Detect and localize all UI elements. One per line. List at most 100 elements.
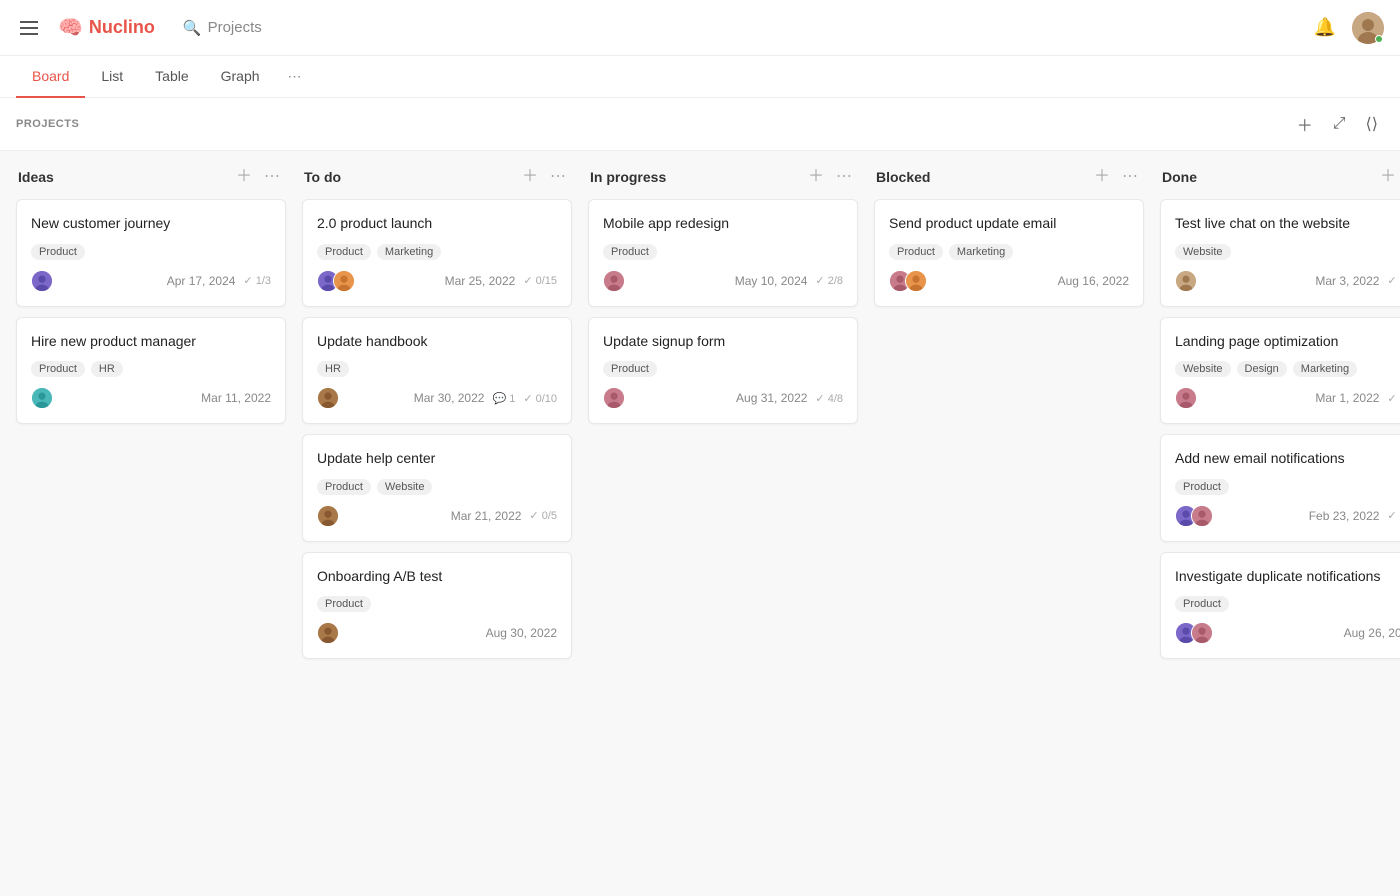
toolbar-title: PROJECTS (16, 118, 79, 130)
card-date: Mar 1, 2022 (1315, 391, 1379, 405)
online-indicator (1375, 35, 1383, 43)
card-footer: Feb 23, 2022 ✓ 5/5 (1175, 505, 1400, 527)
card-date: Apr 17, 2024 (167, 274, 236, 288)
card-title: Send product update email (889, 214, 1129, 234)
tab-table[interactable]: Table (139, 56, 204, 98)
card-landing-page[interactable]: Landing page optimization Website Design… (1160, 317, 1400, 425)
card-tags: Product (603, 244, 843, 260)
column-blocked-header: Blocked ＋ ⋯ (874, 167, 1144, 187)
card-tags: Product HR (31, 361, 271, 377)
card-tags: Product Website (317, 479, 557, 495)
card-meta: Mar 11, 2022 (201, 391, 271, 405)
card-footer: Aug 16, 2022 (889, 270, 1129, 292)
card-update-signup-form[interactable]: Update signup form Product Aug 31, 2022 … (588, 317, 858, 425)
card-update-help-center[interactable]: Update help center Product Website Mar 2… (302, 434, 572, 542)
card-check: ✓ 7/7 (1387, 274, 1400, 287)
card-meta: Feb 23, 2022 ✓ 5/5 (1309, 509, 1400, 523)
card-avatars (1175, 622, 1213, 644)
tag: Product (317, 244, 371, 260)
tab-board[interactable]: Board (16, 56, 85, 98)
card-avatars (1175, 270, 1197, 292)
avatar (603, 387, 625, 409)
card-title: Update signup form (603, 332, 843, 352)
column-blocked-add[interactable]: ＋ (1090, 167, 1114, 187)
card-meta: May 10, 2024 ✓ 2/8 (735, 274, 843, 288)
tag: Product (317, 479, 371, 495)
card-email-notifications[interactable]: Add new email notifications Product Feb … (1160, 434, 1400, 542)
column-done: Done ＋ ⋯ Test live chat on the website W… (1160, 167, 1400, 880)
card-date: Mar 21, 2022 (451, 509, 522, 523)
card-avatars (603, 387, 625, 409)
header-right: 🔔 (1314, 12, 1384, 44)
card-check: ✓ 0/5 (529, 509, 557, 522)
avatar (1175, 270, 1197, 292)
tag: Website (1175, 244, 1231, 260)
column-blocked-title: Blocked (876, 169, 1090, 185)
column-ideas-add[interactable]: ＋ (232, 167, 256, 187)
view-tabs: Board List Table Graph ⋯ (0, 56, 1400, 98)
card-onboarding-ab-test[interactable]: Onboarding A/B test Product Aug 30, 2022 (302, 552, 572, 660)
board-toolbar: PROJECTS ＋ ⤢ ⟨⟩ (0, 98, 1400, 151)
tag: Marketing (377, 244, 441, 260)
card-check: ✓ 0/15 (523, 274, 557, 287)
search-icon: 🔍 (183, 19, 202, 37)
collapse-button[interactable]: ⟨⟩ (1360, 110, 1384, 138)
card-live-chat[interactable]: Test live chat on the website Website Ma… (1160, 199, 1400, 307)
card-update-handbook[interactable]: Update handbook HR Mar 30, 2022 💬 1 ✓ 0/… (302, 317, 572, 425)
hamburger-menu[interactable] (16, 17, 42, 39)
app-logo[interactable]: 🧠 Nuclino (58, 15, 155, 40)
card-footer: May 10, 2024 ✓ 2/8 (603, 270, 843, 292)
card-footer: Aug 30, 2022 (317, 622, 557, 644)
column-inprogress-actions: ＋ ⋯ (804, 167, 856, 187)
column-done-actions: ＋ ⋯ (1376, 167, 1400, 187)
column-blocked-actions: ＋ ⋯ (1090, 167, 1142, 187)
tag: Marketing (949, 244, 1013, 260)
column-blocked: Blocked ＋ ⋯ Send product update email Pr… (874, 167, 1144, 880)
search-area[interactable]: 🔍 Projects (183, 19, 262, 37)
column-inprogress-menu[interactable]: ⋯ (832, 167, 856, 187)
card-avatars (31, 270, 53, 292)
column-done-add[interactable]: ＋ (1376, 167, 1400, 187)
column-ideas-menu[interactable]: ⋯ (260, 167, 284, 187)
tag: Product (1175, 479, 1229, 495)
column-blocked-menu[interactable]: ⋯ (1118, 167, 1142, 187)
column-ideas-header: Ideas ＋ ⋯ (16, 167, 286, 187)
avatar (31, 270, 53, 292)
user-avatar-wrap (1352, 12, 1384, 44)
column-todo-menu[interactable]: ⋯ (546, 167, 570, 187)
avatar (1191, 505, 1213, 527)
card-tags: Product (1175, 479, 1400, 495)
card-hire-product-manager[interactable]: Hire new product manager Product HR Mar … (16, 317, 286, 425)
card-avatars (603, 270, 625, 292)
card-avatars (889, 270, 927, 292)
add-item-button[interactable]: ＋ (1291, 108, 1319, 140)
card-title: Test live chat on the website (1175, 214, 1400, 234)
notifications-button[interactable]: 🔔 (1314, 17, 1336, 38)
card-send-product-update[interactable]: Send product update email Product Market… (874, 199, 1144, 307)
card-avatars (317, 270, 355, 292)
card-footer: Mar 1, 2022 ✓ 3/3 (1175, 387, 1400, 409)
card-title: New customer journey (31, 214, 271, 234)
card-title: Onboarding A/B test (317, 567, 557, 587)
column-inprogress-add[interactable]: ＋ (804, 167, 828, 187)
column-todo-add[interactable]: ＋ (518, 167, 542, 187)
tab-more-button[interactable]: ⋯ (280, 60, 310, 93)
column-done-header: Done ＋ ⋯ (1160, 167, 1400, 187)
card-check: ✓ 5/5 (1387, 509, 1400, 522)
expand-button[interactable]: ⤢ (1327, 111, 1352, 137)
card-product-launch[interactable]: 2.0 product launch Product Marketing Mar… (302, 199, 572, 307)
card-duplicate-notifications[interactable]: Investigate duplicate notifications Prod… (1160, 552, 1400, 660)
toolbar-actions: ＋ ⤢ ⟨⟩ (1291, 108, 1384, 140)
card-mobile-app-redesign[interactable]: Mobile app redesign Product May 10, 2024… (588, 199, 858, 307)
card-tags: Product (1175, 596, 1400, 612)
column-ideas: Ideas ＋ ⋯ New customer journey Product A… (16, 167, 286, 880)
tab-list[interactable]: List (85, 56, 139, 98)
card-new-customer-journey[interactable]: New customer journey Product Apr 17, 202… (16, 199, 286, 307)
card-date: Mar 3, 2022 (1315, 274, 1379, 288)
tag: Product (1175, 596, 1229, 612)
tab-graph[interactable]: Graph (205, 56, 276, 98)
card-check: ✓ 1/3 (243, 274, 271, 287)
card-title: Hire new product manager (31, 332, 271, 352)
tag: HR (317, 361, 349, 377)
card-footer: Mar 11, 2022 (31, 387, 271, 409)
